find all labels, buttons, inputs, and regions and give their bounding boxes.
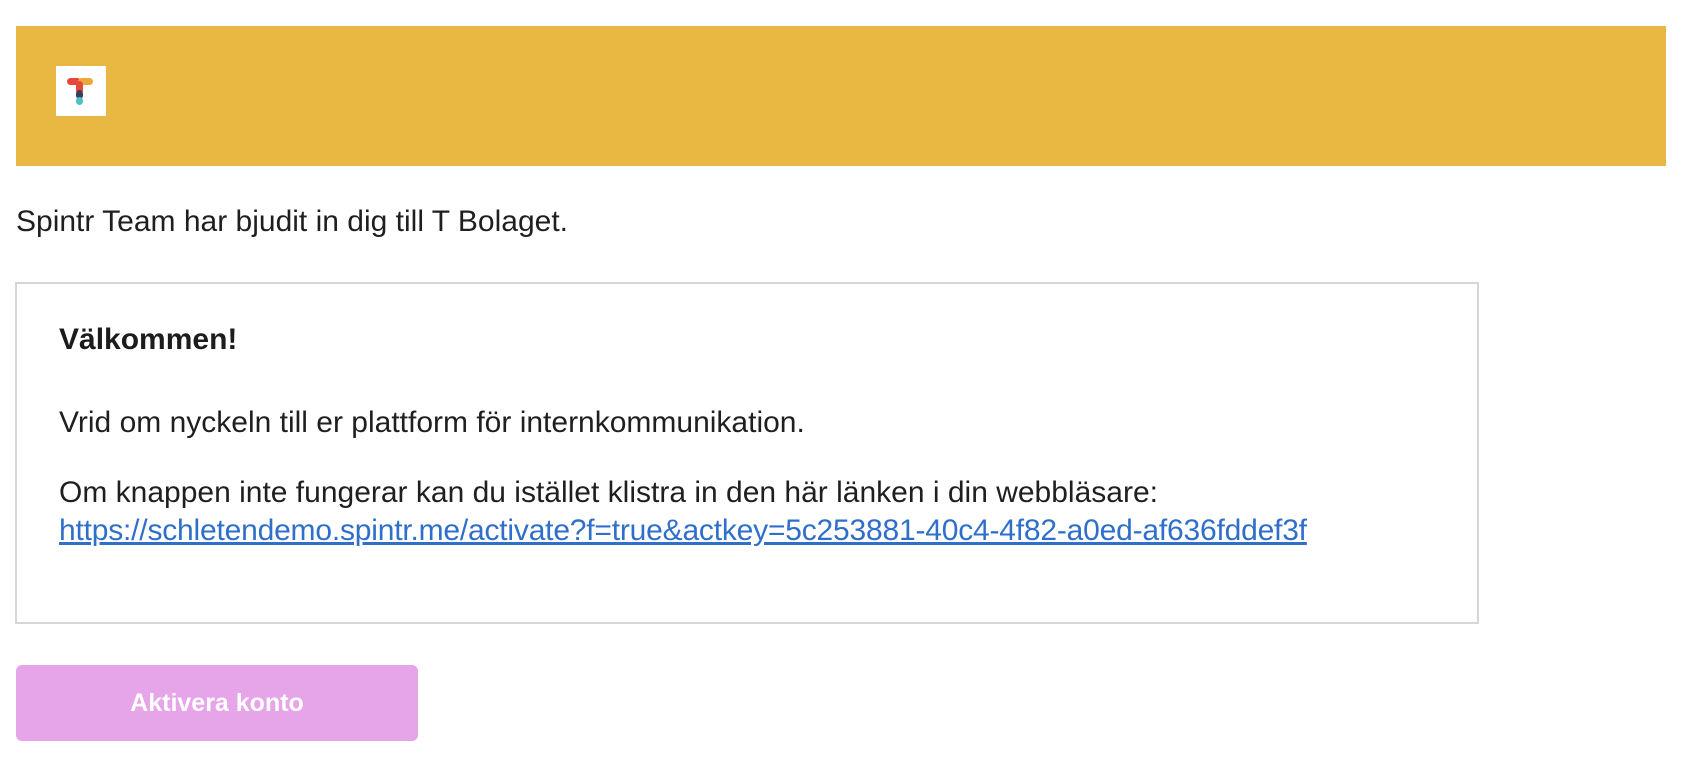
invitation-text: Spintr Team har bjudit in dig till T Bol… [16,205,568,238]
header-banner [16,26,1666,166]
card-fallback-text: Om knappen inte fungerar kan du istället… [59,476,1158,509]
card-lead-text: Vrid om nyckeln till er plattform för in… [59,406,805,439]
welcome-card: Välkommen! Vrid om nyckeln till er platt… [15,282,1479,624]
logo [56,66,106,116]
spintr-t-logo-icon [67,78,93,105]
activate-account-button[interactable]: Aktivera konto [16,665,418,741]
activation-link[interactable]: https://schletendemo.spintr.me/activate?… [59,512,1307,550]
card-title: Välkommen! [59,323,238,356]
